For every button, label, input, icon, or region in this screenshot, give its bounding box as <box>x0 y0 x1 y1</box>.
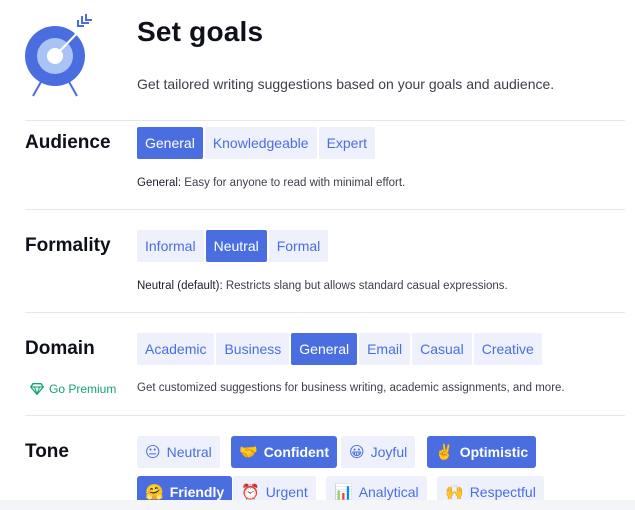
tone-chip-neutral[interactable]: 😐 Neutral <box>137 436 220 468</box>
handshake-icon: 🤝 <box>239 443 258 461</box>
domain-option-creative[interactable]: Creative <box>473 333 542 365</box>
audience-label: Audience <box>25 132 111 153</box>
formality-option-informal[interactable]: Informal <box>137 230 204 262</box>
divider <box>25 120 625 121</box>
domain-description: Get customized suggestions for business … <box>137 382 565 394</box>
page-title: Set goals <box>137 16 264 47</box>
tone-chip-label: Confident <box>263 444 330 460</box>
domain-selector: Academic Business General Email Casual C… <box>137 333 544 365</box>
tone-label: Tone <box>25 441 69 462</box>
smile-face-icon: 😀 <box>349 443 365 461</box>
audience-desc-text: Easy for anyone to read with minimal eff… <box>181 177 406 189</box>
divider <box>25 312 625 313</box>
divider <box>25 209 625 210</box>
goals-header: Set goals Get tailored writing suggestio… <box>0 0 635 120</box>
formality-desc-text: Restricts slang but allows standard casu… <box>222 280 508 292</box>
tone-chip-optimistic[interactable]: ✌️ Optimistic <box>427 436 537 468</box>
go-premium-link[interactable]: Go Premium <box>30 382 116 396</box>
audience-description: General: Easy for anyone to read with mi… <box>137 177 405 189</box>
go-premium-label: Go Premium <box>49 382 117 396</box>
formality-label: Formality <box>25 235 111 256</box>
audience-option-general[interactable]: General <box>137 127 203 159</box>
domain-option-business[interactable]: Business <box>216 333 290 365</box>
neutral-face-icon: 😐 <box>145 443 161 461</box>
formality-selector: Informal Neutral Formal <box>137 230 330 262</box>
formality-option-formal[interactable]: Formal <box>268 230 329 262</box>
target-icon <box>25 14 92 97</box>
alarm-clock-icon: ⏰ <box>241 483 260 501</box>
divider <box>25 415 625 416</box>
tone-chip-label: Optimistic <box>459 444 529 460</box>
domain-option-email[interactable]: Email <box>359 333 411 365</box>
hugging-face-icon: 🤗 <box>145 483 164 501</box>
audience-desc-key: General: <box>137 177 182 189</box>
tone-chip-confident[interactable]: 🤝 Confident <box>231 436 338 468</box>
tone-chip-label: Joyful <box>370 444 408 460</box>
bottom-strip <box>0 500 635 510</box>
page-subtitle: Get tailored writing suggestions based o… <box>137 76 555 92</box>
tone-chip-joyful[interactable]: 😀 Joyful <box>341 436 416 468</box>
bar-chart-icon: 📊 <box>334 483 353 501</box>
audience-selector: General Knowledgeable Expert <box>137 127 377 159</box>
domain-option-casual[interactable]: Casual <box>412 333 472 365</box>
victory-hand-icon: ✌️ <box>435 443 454 461</box>
tone-chip-label: Neutral <box>166 444 212 460</box>
raising-hands-icon: 🙌 <box>445 483 464 501</box>
audience-option-expert[interactable]: Expert <box>318 127 376 159</box>
audience-option-knowledgeable[interactable]: Knowledgeable <box>204 127 317 159</box>
formality-option-neutral[interactable]: Neutral <box>205 230 267 262</box>
domain-option-general[interactable]: General <box>291 333 358 365</box>
formality-desc-key: Neutral (default): <box>137 280 223 292</box>
domain-option-academic[interactable]: Academic <box>137 333 215 365</box>
domain-label: Domain <box>25 338 95 359</box>
formality-description: Neutral (default): Restricts slang but a… <box>137 280 508 292</box>
diamond-icon <box>30 383 44 395</box>
